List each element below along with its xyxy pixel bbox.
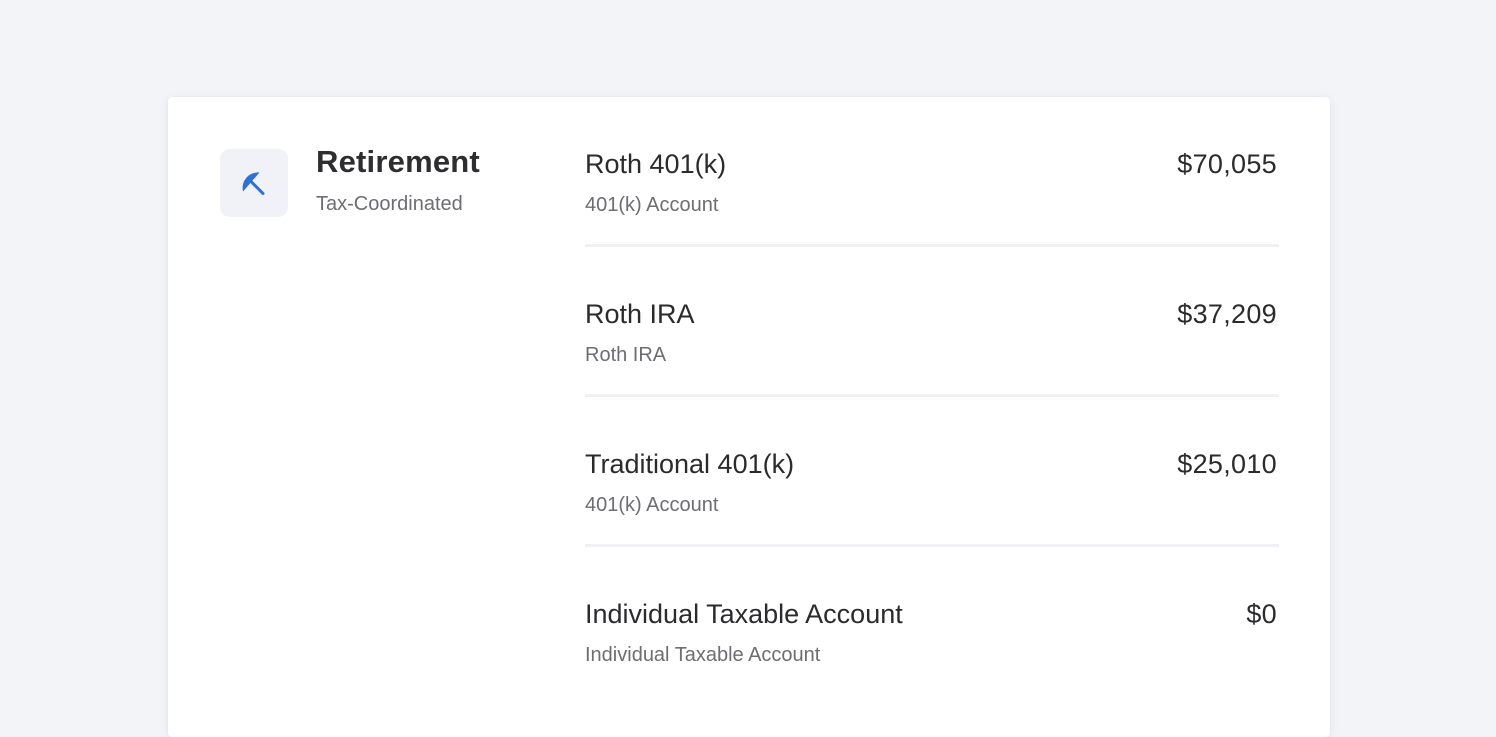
account-name: Traditional 401(k) (585, 449, 795, 479)
account-row-individual-taxable[interactable]: Individual Taxable Account Individual Ta… (585, 547, 1279, 697)
retirement-group-card: Retirement Tax-Coordinated Roth 401(k) 4… (168, 97, 1330, 737)
account-row-traditional-401k[interactable]: Traditional 401(k) 401(k) Account $25,01… (585, 397, 1279, 547)
group-subtitle: Tax-Coordinated (316, 193, 463, 215)
account-row-roth-401k[interactable]: Roth 401(k) 401(k) Account $70,055 (585, 97, 1279, 247)
group-title: Retirement (316, 144, 480, 179)
account-row-roth-ira[interactable]: Roth IRA Roth IRA $37,209 (585, 247, 1279, 397)
account-name: Roth 401(k) (585, 149, 727, 179)
account-name: Roth IRA (585, 299, 695, 329)
umbrella-icon (220, 149, 288, 217)
account-type: Roth IRA (585, 344, 667, 366)
account-type: Individual Taxable Account (585, 644, 821, 666)
account-type: 401(k) Account (585, 494, 719, 516)
account-balance: $70,055 (1177, 149, 1277, 179)
account-balance: $0 (1246, 599, 1277, 629)
account-name: Individual Taxable Account (585, 599, 903, 629)
account-balance: $37,209 (1177, 299, 1277, 329)
account-type: 401(k) Account (585, 194, 719, 216)
account-list: Roth 401(k) 401(k) Account $70,055 Roth … (585, 97, 1279, 697)
account-balance: $25,010 (1177, 449, 1277, 479)
